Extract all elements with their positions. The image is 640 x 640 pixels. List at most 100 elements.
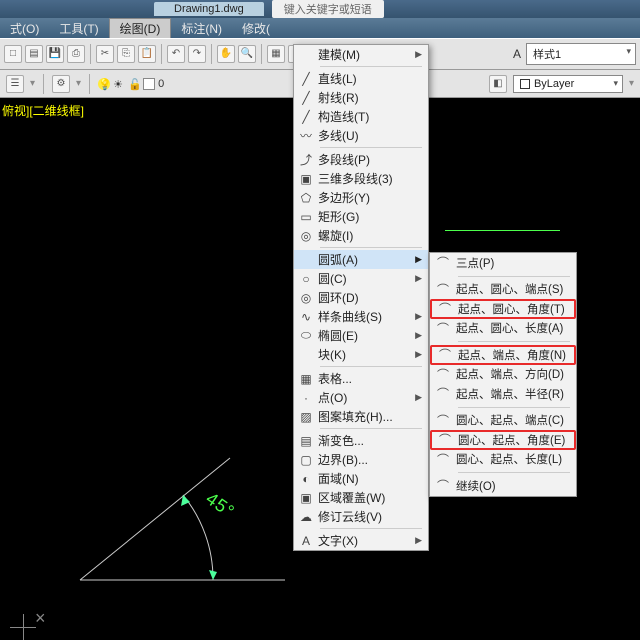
menu-item-icon: ◎	[294, 229, 318, 243]
menu-item-多线(U)[interactable]: 〰多线(U)	[294, 126, 428, 145]
menu-item-螺旋(I)[interactable]: ◎螺旋(I)	[294, 226, 428, 245]
menu-标注(N)[interactable]: 标注(N)	[171, 18, 232, 38]
menu-item-icon: ╱	[294, 91, 318, 105]
document-title-tab[interactable]: Drawing1.dwg	[154, 2, 264, 16]
submenu-item-起点、圆心、角度(T)[interactable]: ⌒起点、圆心、角度(T)	[430, 299, 576, 319]
menu-item-表格...[interactable]: ▦表格...	[294, 369, 428, 388]
submenu-item-圆心、起点、角度(E)[interactable]: ⌒圆心、起点、角度(E)	[430, 430, 576, 450]
menu-item-多边形(Y)[interactable]: ⬠多边形(Y)	[294, 188, 428, 207]
menu-item-圆(C)[interactable]: ○圆(C)▶	[294, 269, 428, 288]
menu-item-区域覆盖(W)[interactable]: ▣区域覆盖(W)	[294, 488, 428, 507]
menu-工具(T)[interactable]: 工具(T)	[49, 18, 108, 38]
menu-item-边界(B)...[interactable]: ▢边界(B)...	[294, 450, 428, 469]
submenu-item-label: 圆心、起点、端点(C)	[456, 412, 568, 428]
cursor-x-icon: ×	[35, 608, 46, 629]
submenu-item-label: 三点(P)	[456, 255, 568, 271]
zoom-icon[interactable]: 🔍	[238, 45, 256, 63]
submenu-arrow-icon: ▶	[415, 349, 422, 360]
submenu-item-label: 起点、端点、方向(D)	[456, 366, 568, 382]
menu-item-icon: ◐	[294, 472, 318, 486]
menu-separator	[320, 66, 422, 67]
drawn-line	[445, 230, 560, 231]
submenu-item-label: 圆心、起点、角度(E)	[458, 432, 566, 448]
menu-separator	[458, 341, 570, 342]
menu-item-三维多段线(3)[interactable]: ▣三维多段线(3)	[294, 169, 428, 188]
menu-item-label: 渐变色...	[318, 432, 422, 449]
menu-separator	[320, 428, 422, 429]
menu-item-label: 构造线(T)	[318, 108, 422, 125]
menu-item-label: 多边形(Y)	[318, 189, 422, 206]
arc-dimension-drawing	[75, 450, 295, 600]
menu-item-label: 多线(U)	[318, 127, 422, 144]
copy-icon[interactable]: ⎘	[117, 45, 135, 63]
submenu-item-起点、端点、半径(R)[interactable]: ⌒起点、端点、半径(R)	[430, 384, 576, 404]
menu-item-样条曲线(S)[interactable]: ∿样条曲线(S)▶	[294, 307, 428, 326]
submenu-item-圆心、起点、端点(C)[interactable]: ⌒圆心、起点、端点(C)	[430, 411, 576, 431]
menu-separator	[458, 276, 570, 277]
menu-item-label: 多段线(P)	[318, 151, 422, 168]
menu-item-icon: ▤	[294, 434, 318, 448]
menu-item-椭圆(E)[interactable]: ⬭椭圆(E)▶	[294, 326, 428, 345]
submenu-arrow-icon: ▶	[415, 49, 422, 60]
menu-item-icon: ○	[294, 272, 318, 286]
submenu-item-label: 起点、圆心、角度(T)	[458, 301, 566, 317]
menu-item-label: 块(K)	[318, 346, 415, 363]
new-icon[interactable]: □	[4, 45, 22, 63]
menu-item-渐变色...[interactable]: ▤渐变色...	[294, 431, 428, 450]
arc-type-icon: ⌒	[430, 320, 456, 337]
menu-item-点(O)[interactable]: ·点(O)▶	[294, 388, 428, 407]
menu-item-直线(L)[interactable]: ╱直线(L)	[294, 69, 428, 88]
menu-item-圆环(D)[interactable]: ◎圆环(D)	[294, 288, 428, 307]
submenu-item-继续(O)[interactable]: ⌒继续(O)	[430, 476, 576, 496]
menu-item-圆弧(A)[interactable]: 圆弧(A)▶	[294, 250, 428, 269]
menu-修改([interactable]: 修改(	[232, 18, 280, 38]
submenu-item-圆心、起点、长度(L)[interactable]: ⌒圆心、起点、长度(L)	[430, 450, 576, 470]
menu-item-label: 圆环(D)	[318, 289, 422, 306]
style-label-A: A	[513, 47, 521, 61]
submenu-item-起点、端点、方向(D)[interactable]: ⌒起点、端点、方向(D)	[430, 365, 576, 385]
menu-item-label: 边界(B)...	[318, 451, 422, 468]
undo-icon[interactable]: ↶	[167, 45, 185, 63]
redo-icon[interactable]: ↷	[188, 45, 206, 63]
open-icon[interactable]: ▤	[25, 45, 43, 63]
submenu-item-三点(P)[interactable]: ⌒三点(P)	[430, 253, 576, 273]
gear-icon[interactable]: ⚙	[52, 75, 70, 93]
menu-item-文字(X)[interactable]: A文字(X)▶	[294, 531, 428, 550]
menu-item-icon: ∿	[294, 310, 318, 324]
menu-item-label: 圆弧(A)	[318, 251, 415, 268]
menu-式(O)[interactable]: 式(O)	[0, 18, 49, 38]
pan-icon[interactable]: ✋	[217, 45, 235, 63]
menu-item-构造线(T)[interactable]: ╱构造线(T)	[294, 107, 428, 126]
save-icon[interactable]: 💾	[46, 45, 64, 63]
menu-item-建模(M)[interactable]: 建模(M)▶	[294, 45, 428, 64]
menu-绘图(D)[interactable]: 绘图(D)	[109, 18, 172, 38]
menu-item-修订云线(V)[interactable]: ☁修订云线(V)	[294, 507, 428, 526]
print-icon[interactable]: ⎙	[67, 45, 85, 63]
submenu-item-起点、圆心、端点(S)[interactable]: ⌒起点、圆心、端点(S)	[430, 280, 576, 300]
menu-item-矩形(G)[interactable]: ▭矩形(G)	[294, 207, 428, 226]
cut-icon[interactable]: ✂	[96, 45, 114, 63]
layer-props-icon[interactable]: ☰	[6, 75, 24, 93]
layer-name: 0	[158, 78, 164, 90]
linetype-dropdown[interactable]: ByLayer	[513, 75, 623, 93]
menu-item-面域(N)[interactable]: ◐面域(N)	[294, 469, 428, 488]
menu-separator	[458, 472, 570, 473]
menu-item-射线(R)[interactable]: ╱射线(R)	[294, 88, 428, 107]
menu-item-icon: ◎	[294, 291, 318, 305]
paste-icon[interactable]: 📋	[138, 45, 156, 63]
menu-item-块(K)[interactable]: 块(K)▶	[294, 345, 428, 364]
arc-type-icon: ⌒	[430, 385, 456, 402]
layer-state-dropdown[interactable]: 💡 ☀ 🔓 0	[98, 78, 164, 90]
viewport-label[interactable]: 俯视][二维线框]	[2, 102, 84, 119]
menu-item-多段线(P)[interactable]: ⤴多段线(P)	[294, 150, 428, 169]
menu-item-图案填充(H)...[interactable]: ▨图案填充(H)...	[294, 407, 428, 426]
menu-separator	[320, 147, 422, 148]
color-icon[interactable]: ◧	[489, 75, 507, 93]
submenu-item-起点、圆心、长度(A)[interactable]: ⌒起点、圆心、长度(A)	[430, 319, 576, 339]
tool-icon[interactable]: ▦	[267, 45, 285, 63]
separator	[261, 44, 262, 64]
arc-type-icon: ⌒	[430, 366, 456, 383]
text-style-dropdown[interactable]: 样式1	[526, 43, 636, 65]
submenu-item-起点、端点、角度(N)[interactable]: ⌒起点、端点、角度(N)	[430, 345, 576, 365]
search-box[interactable]: 键入关键字或短语	[272, 0, 384, 18]
